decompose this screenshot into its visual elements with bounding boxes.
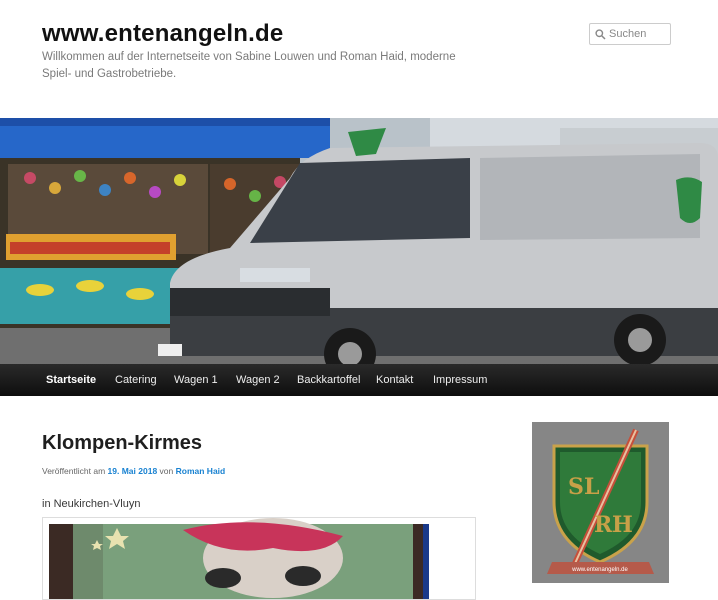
post-text: in Neukirchen-Vluyn <box>42 498 141 510</box>
logo-caption: www.entenangeln.de <box>571 567 628 573</box>
svg-text:R: R <box>594 512 613 538</box>
post-meta-by: von <box>159 466 174 476</box>
site-title[interactable]: www.entenangeln.de <box>42 20 283 48</box>
nav-item-backkartoffel[interactable]: Backkartoffel <box>297 374 360 386</box>
sidebar-logo-image[interactable]: S L R H www.entenangeln.de <box>532 422 669 583</box>
nav-item-startseite[interactable]: Startseite <box>46 374 96 386</box>
post-author-link[interactable]: Roman Haid <box>176 466 226 476</box>
main-navigation: Startseite Catering Wagen 1 Wagen 2 Back… <box>0 364 718 396</box>
site-description: Willkommen auf der Internetseite von Sab… <box>42 51 456 80</box>
nav-item-impressum[interactable]: Impressum <box>433 374 487 386</box>
post-title[interactable]: Klompen-Kirmes <box>42 432 202 455</box>
post-meta: Veröffentlicht am 19. Mai 2018 von Roman… <box>42 466 225 476</box>
search-icon <box>595 29 606 40</box>
svg-text:S: S <box>568 474 584 500</box>
post-meta-prefix: Veröffentlicht am <box>42 466 106 476</box>
post-date-link[interactable]: 19. Mai 2018 <box>108 466 158 476</box>
svg-text:H: H <box>612 512 633 538</box>
nav-item-wagen-1[interactable]: Wagen 1 <box>174 374 218 386</box>
post-image[interactable] <box>42 517 476 600</box>
search-box[interactable] <box>589 23 671 45</box>
search-input[interactable] <box>609 26 667 42</box>
nav-item-catering[interactable]: Catering <box>115 374 157 386</box>
nav-item-wagen-2[interactable]: Wagen 2 <box>236 374 280 386</box>
header-banner-image <box>0 118 718 364</box>
nav-item-kontakt[interactable]: Kontakt <box>376 374 413 386</box>
svg-text:L: L <box>584 474 599 500</box>
